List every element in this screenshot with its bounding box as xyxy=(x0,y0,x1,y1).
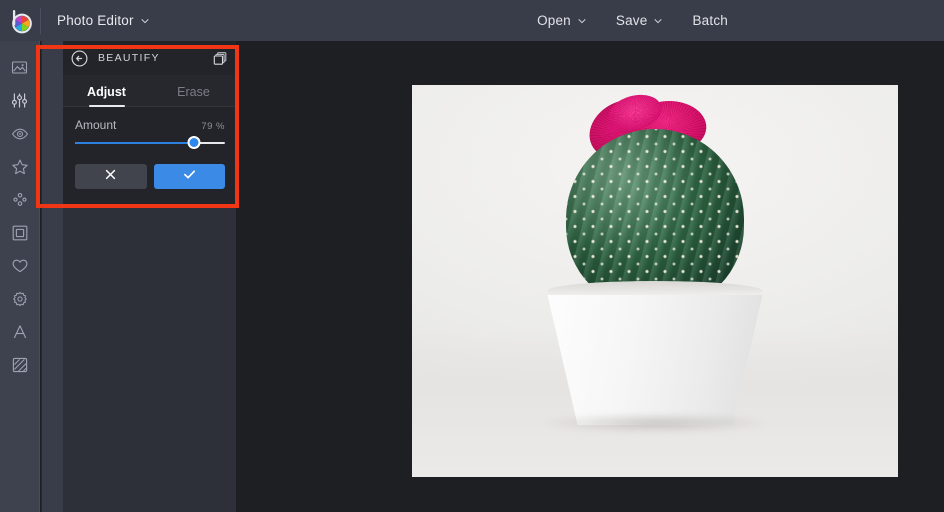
tool-panel-header: BEAUTIFY xyxy=(63,41,237,75)
tool-tabs: Adjust Erase xyxy=(63,75,237,107)
check-icon xyxy=(182,167,197,187)
sidebar-item-touch-up[interactable] xyxy=(0,117,40,150)
amount-slider-row: Amount 79 % xyxy=(63,107,237,132)
frame-icon xyxy=(11,224,29,242)
sidebar-item-artsy[interactable] xyxy=(0,183,40,216)
image-canvas[interactable] xyxy=(236,41,944,512)
app-menu-label: Photo Editor xyxy=(57,13,134,28)
sidebar-item-edit[interactable] xyxy=(0,84,40,117)
text-a-icon xyxy=(11,323,29,341)
panel-left-strip xyxy=(42,41,63,512)
slider-track-fill xyxy=(75,142,194,144)
photo-editor-app: Photo Editor Open Save Batch BEAUTIFY Ad… xyxy=(0,0,944,512)
befunky-logo-icon xyxy=(7,8,33,34)
sidebar-item-graphics[interactable] xyxy=(0,282,40,315)
eye-icon xyxy=(11,125,29,143)
flower-icon xyxy=(11,290,29,308)
app-menu-photo-editor[interactable]: Photo Editor xyxy=(47,8,159,33)
top-bar: Photo Editor Open Save Batch xyxy=(0,0,944,41)
circle-back-arrow-icon[interactable] xyxy=(71,50,88,67)
sliders-icon xyxy=(11,92,28,109)
batch-button[interactable]: Batch xyxy=(680,7,740,34)
amount-value: 79 % xyxy=(201,121,225,132)
tool-panel-title: BEAUTIFY xyxy=(98,52,160,64)
beautify-tool-panel: BEAUTIFY Adjust Erase Amount 79 % xyxy=(63,41,237,204)
white-pot xyxy=(547,295,763,425)
dots-icon xyxy=(11,191,29,209)
cancel-button[interactable] xyxy=(75,164,147,189)
apply-button[interactable] xyxy=(153,164,225,189)
sidebar-item-textures[interactable] xyxy=(0,348,40,381)
image-icon xyxy=(11,59,28,76)
save-button[interactable]: Save xyxy=(604,7,675,34)
open-button[interactable]: Open xyxy=(525,7,598,34)
topbar-actions: Open Save Batch xyxy=(525,7,944,34)
tool-actions xyxy=(63,152,237,189)
chevron-down-icon xyxy=(578,17,586,25)
edited-photo[interactable] xyxy=(412,85,898,477)
sidebar-item-image[interactable] xyxy=(0,51,40,84)
tab-erase[interactable]: Erase xyxy=(150,85,237,106)
tab-adjust[interactable]: Adjust xyxy=(63,85,150,106)
duplicate-layers-icon[interactable] xyxy=(213,51,228,66)
left-panel-column: BEAUTIFY Adjust Erase Amount 79 % xyxy=(41,41,237,512)
batch-button-label: Batch xyxy=(692,13,728,28)
sidebar-item-effects[interactable] xyxy=(0,150,40,183)
amount-label: Amount xyxy=(75,118,117,132)
chevron-down-icon xyxy=(654,17,662,25)
app-logo[interactable] xyxy=(0,0,40,41)
close-x-icon xyxy=(104,168,117,186)
topbar-divider xyxy=(40,7,41,34)
slider-knob[interactable] xyxy=(187,136,200,149)
star-icon xyxy=(11,158,29,176)
open-button-label: Open xyxy=(537,13,571,28)
texture-icon xyxy=(11,356,29,374)
sidebar-item-text[interactable] xyxy=(0,315,40,348)
tool-rail xyxy=(0,41,40,512)
pot-shadow xyxy=(537,413,773,433)
chevron-down-icon xyxy=(141,17,149,25)
amount-slider[interactable] xyxy=(63,132,237,152)
save-button-label: Save xyxy=(615,13,648,28)
heart-icon xyxy=(11,257,29,275)
sidebar-item-frames[interactable] xyxy=(0,216,40,249)
sidebar-item-overlays[interactable] xyxy=(0,249,40,282)
